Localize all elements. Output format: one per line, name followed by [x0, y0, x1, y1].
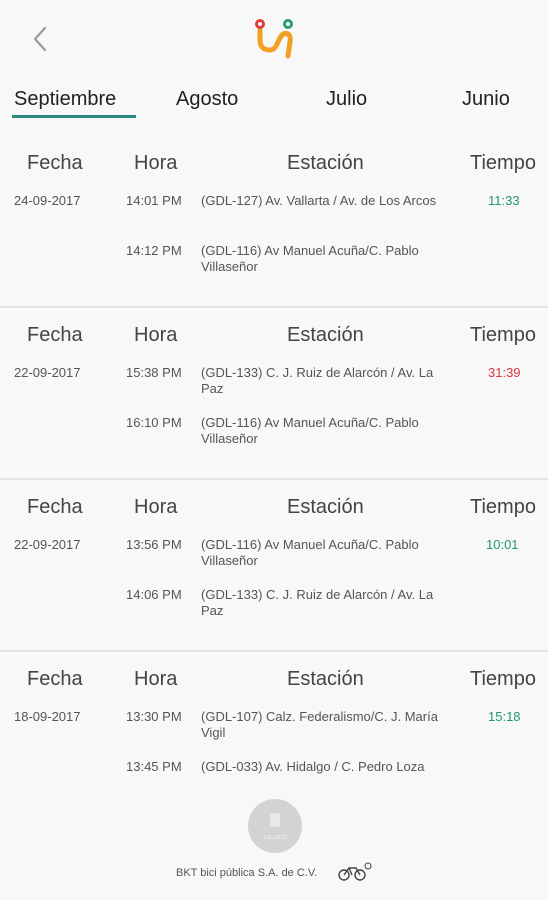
trip-duration: 15:18 — [488, 709, 521, 724]
leg-station: (GDL-116) Av Manuel Acuña/C. Pablo Villa… — [201, 243, 419, 274]
trip-date: 18-09-2017 — [14, 709, 81, 724]
column-header-fecha: Fecha — [27, 152, 83, 174]
leg-time: 14:06 PM — [126, 587, 182, 602]
trip-duration: 10:01 — [486, 537, 519, 552]
column-header-estacion: Estación — [287, 668, 364, 690]
column-header-tiempo: Tiempo — [470, 152, 536, 174]
leg-time: 13:56 PM — [126, 537, 182, 552]
trip-duration: 31:39 — [488, 365, 521, 380]
seal-text: JALISCO — [263, 835, 288, 841]
column-header-tiempo: Tiempo — [470, 496, 536, 518]
leg-station: (GDL-127) Av. Vallarta / Av. de Los Arco… — [201, 193, 437, 208]
column-header-fecha: Fecha — [27, 668, 83, 690]
leg-time: 16:10 PM — [126, 415, 182, 430]
column-header-fecha: Fecha — [27, 324, 83, 346]
card-divider — [0, 478, 548, 480]
leg-time: 14:12 PM — [126, 243, 182, 258]
leg-station: (GDL-116) Av Manuel Acuña/C. Pablo Villa… — [201, 415, 419, 446]
active-tab-indicator — [12, 115, 136, 118]
trip-date: 24-09-2017 — [14, 193, 81, 208]
bicycle-icon — [338, 862, 372, 881]
column-header-estacion: Estación — [287, 152, 364, 174]
jalisco-seal-icon: JALISCO — [248, 799, 302, 853]
column-header-estacion: Estación — [287, 324, 364, 346]
leg-time: 15:38 PM — [126, 365, 182, 380]
tab-junio[interactable]: Junio — [462, 88, 510, 111]
column-header-hora: Hora — [134, 324, 178, 346]
company-name: BKT bici pública S.A. de C.V. — [176, 867, 318, 879]
leg-station: (GDL-107) Calz. Federalismo/C. J. María … — [201, 709, 438, 740]
column-header-estacion: Estación — [287, 496, 364, 518]
card-divider — [0, 306, 548, 308]
month-tabs: Septiembre Agosto Julio Junio — [0, 82, 548, 122]
leg-time: 13:30 PM — [126, 709, 182, 724]
leg-station: (GDL-133) C. J. Ruiz de Alarcón / Av. La… — [201, 365, 434, 396]
trip-date: 22-09-2017 — [14, 537, 81, 552]
leg-station: (GDL-116) Av Manuel Acuña/C. Pablo Villa… — [201, 537, 419, 568]
column-header-tiempo: Tiempo — [470, 668, 536, 690]
column-header-fecha: Fecha — [27, 496, 83, 518]
tab-agosto[interactable]: Agosto — [176, 88, 238, 111]
column-header-tiempo: Tiempo — [470, 324, 536, 346]
column-header-hora: Hora — [134, 668, 178, 690]
trip-duration: 11:33 — [488, 193, 520, 208]
leg-station: (GDL-133) C. J. Ruiz de Alarcón / Av. La… — [201, 587, 434, 618]
leg-station: (GDL-033) Av. Hidalgo / C. Pedro Loza — [201, 759, 425, 774]
card-divider — [0, 650, 548, 652]
leg-time: 13:45 PM — [126, 759, 182, 774]
leg-time: 14:01 PM — [126, 193, 182, 208]
mibici-logo-icon — [255, 19, 293, 59]
trip-date: 22-09-2017 — [14, 365, 81, 380]
column-header-hora: Hora — [134, 152, 178, 174]
app-header — [0, 0, 548, 78]
back-button[interactable] — [26, 24, 56, 54]
tab-julio[interactable]: Julio — [326, 88, 367, 111]
column-header-hora: Hora — [134, 496, 178, 518]
tab-septiembre[interactable]: Septiembre — [14, 88, 116, 111]
